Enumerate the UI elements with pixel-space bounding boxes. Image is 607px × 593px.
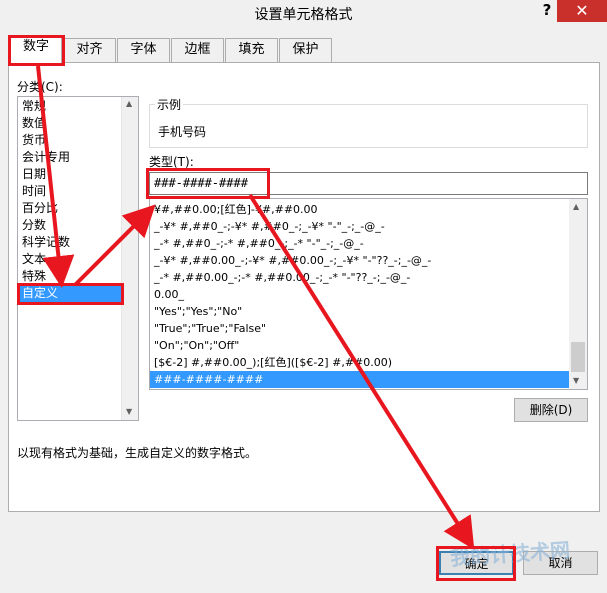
annotation-arrows [36,65,475,550]
arrow-to-ok [248,193,475,550]
arrow-to-custom [36,65,75,288]
arrow-to-type [73,204,156,287]
